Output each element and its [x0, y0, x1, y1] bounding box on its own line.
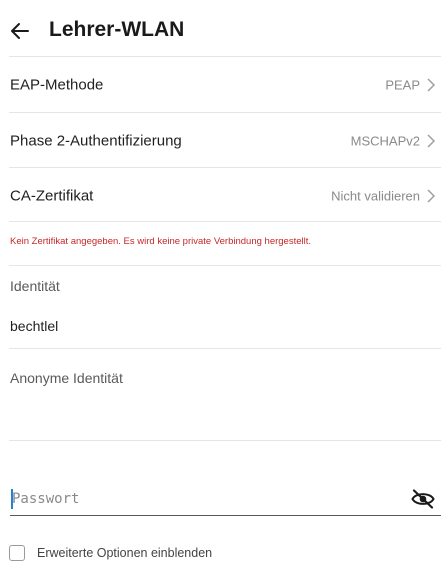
ca-certificate-row[interactable]: CA-Zertifikat Nicht validieren — [0, 168, 441, 223]
eap-method-value: PEAP — [385, 77, 420, 92]
divider — [9, 265, 441, 266]
page-title: Lehrer-WLAN — [49, 18, 185, 41]
identity-field[interactable]: bechtlel — [10, 318, 58, 334]
identity-label: Identität — [10, 278, 60, 294]
anonymous-identity-label: Anonyme Identität — [10, 370, 123, 386]
text-cursor — [11, 489, 13, 509]
chevron-right-icon — [427, 188, 436, 203]
chevron-right-icon — [427, 133, 436, 148]
certificate-warning: Kein Zertifikat angegeben. Es wird keine… — [10, 236, 312, 247]
app-bar: Lehrer-WLAN — [0, 0, 441, 56]
advanced-options-label[interactable]: Erweiterte Optionen einblenden — [37, 546, 212, 560]
divider — [9, 440, 441, 441]
back-button[interactable] — [6, 17, 34, 45]
phase2-auth-row[interactable]: Phase 2-Authentifizierung MSCHAPv2 — [0, 113, 441, 168]
ca-certificate-value: Nicht validieren — [331, 188, 420, 203]
eap-method-row[interactable]: EAP-Methode PEAP — [0, 57, 441, 112]
divider — [9, 221, 441, 222]
toggle-password-visibility-button[interactable] — [411, 489, 435, 509]
divider — [9, 348, 441, 349]
eap-method-label: EAP-Methode — [10, 76, 104, 93]
advanced-options-checkbox[interactable] — [9, 545, 25, 561]
phase2-auth-value: MSCHAPv2 — [350, 133, 420, 148]
password-underline — [10, 515, 441, 516]
eye-off-icon — [411, 489, 435, 509]
password-input[interactable] — [8, 486, 404, 512]
arrow-left-icon — [11, 23, 29, 39]
ca-certificate-label: CA-Zertifikat — [10, 187, 94, 204]
phase2-auth-label: Phase 2-Authentifizierung — [10, 132, 182, 149]
chevron-right-icon — [427, 77, 436, 92]
